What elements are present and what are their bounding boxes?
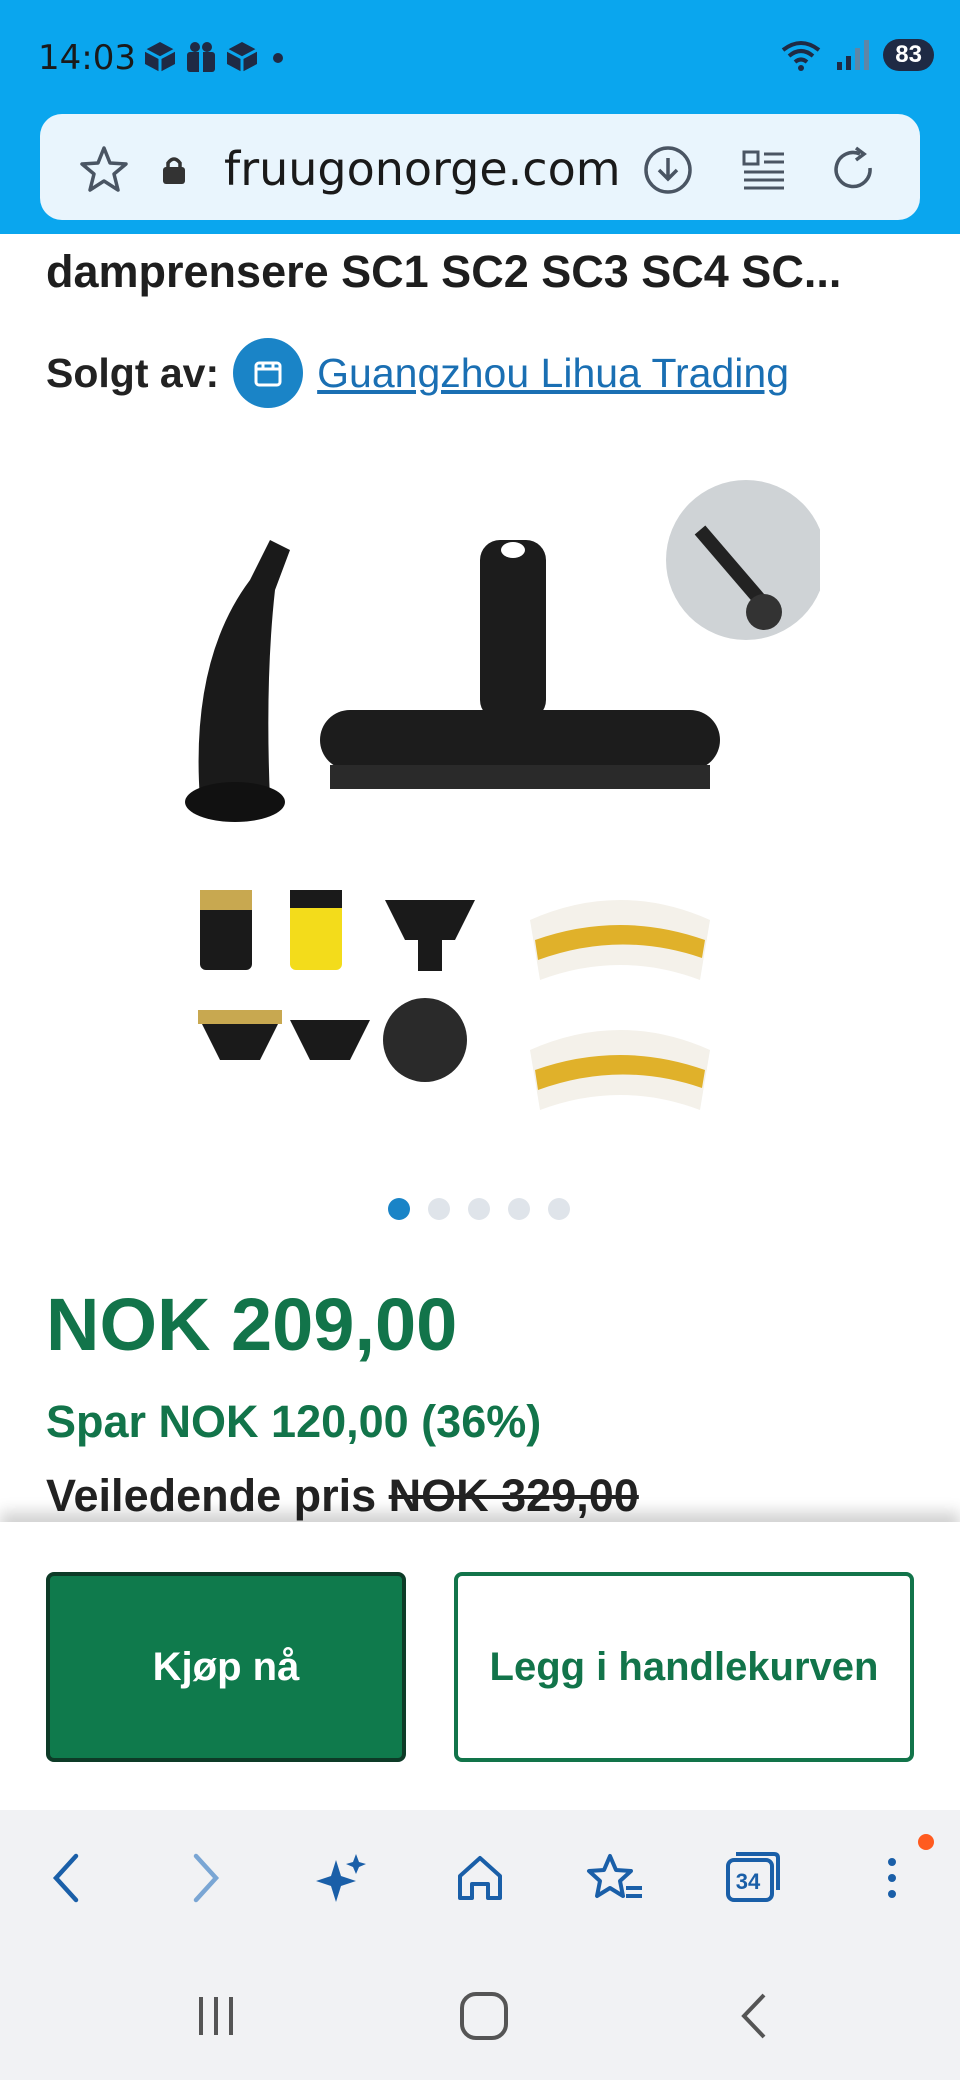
home-nav-icon[interactable] [454, 1986, 514, 2046]
sparkle-icon[interactable] [310, 1846, 374, 1910]
back-icon[interactable] [34, 1846, 98, 1910]
product-title: damprensere SC1 SC2 SC3 SC4 SC... [46, 246, 842, 297]
cube-icon [144, 42, 176, 72]
tab-count: 34 [735, 1869, 761, 1894]
carousel-dot[interactable] [388, 1198, 410, 1220]
bookmarks-icon[interactable] [584, 1846, 648, 1910]
wifi-icon [782, 41, 821, 71]
recommended-price: Veiledende pris NOK 329,00 [46, 1470, 639, 1522]
carousel-dot[interactable] [428, 1198, 450, 1220]
more-notifications-icon [273, 53, 283, 63]
reader-icon[interactable] [736, 142, 792, 198]
status-right: 83 [779, 38, 934, 72]
cube-icon [226, 42, 258, 72]
carousel-dot[interactable] [548, 1198, 570, 1220]
carousel-dot[interactable] [508, 1198, 530, 1220]
status-time: 14:03 [38, 38, 136, 78]
address-bar[interactable]: fruugonorge.com [40, 114, 920, 220]
rrp-label: Veiledende pris [46, 1470, 377, 1521]
notification-dot [918, 1834, 934, 1850]
add-to-cart-button[interactable]: Legg i handlekurven [454, 1572, 914, 1762]
seller-label: Solgt av: [46, 349, 220, 396]
buy-now-button[interactable]: Kjøp nå [46, 1572, 406, 1762]
browser-toolbar: 34 [0, 1810, 960, 1946]
savings: Spar NOK 120,00 (36%) [46, 1396, 542, 1447]
back-nav-icon[interactable] [724, 1986, 784, 2046]
product-image[interactable] [180, 480, 820, 1160]
download-icon[interactable] [640, 142, 696, 198]
more-icon[interactable] [860, 1846, 924, 1910]
tabs-icon[interactable]: 34 [720, 1846, 784, 1910]
action-bar: Kjøp nå Legg i handlekurven [0, 1522, 960, 1810]
battery-indicator: 83 [883, 39, 934, 71]
recents-icon[interactable] [186, 1986, 246, 2046]
url-text[interactable]: fruugonorge.com [224, 142, 621, 196]
system-nav-bar [0, 1946, 960, 2080]
price: NOK 209,00 [46, 1283, 458, 1366]
signal-icon [837, 40, 870, 70]
forward-icon[interactable] [174, 1846, 238, 1910]
reload-icon[interactable] [826, 142, 882, 198]
status-bar: 14:03 83 [0, 0, 960, 114]
notification-icons [142, 40, 290, 74]
rrp-value: NOK 329,00 [388, 1470, 639, 1521]
gift-icon [187, 42, 215, 72]
carousel-dot[interactable] [468, 1198, 490, 1220]
store-icon [233, 338, 304, 408]
star-icon[interactable] [76, 142, 132, 198]
lock-icon [163, 157, 185, 184]
image-carousel-dots[interactable] [388, 1198, 570, 1220]
seller-info: Solgt av: Guangzhou Lihua Trading [46, 338, 789, 408]
seller-link[interactable]: Guangzhou Lihua Trading [317, 350, 789, 397]
home-icon[interactable] [448, 1846, 512, 1910]
